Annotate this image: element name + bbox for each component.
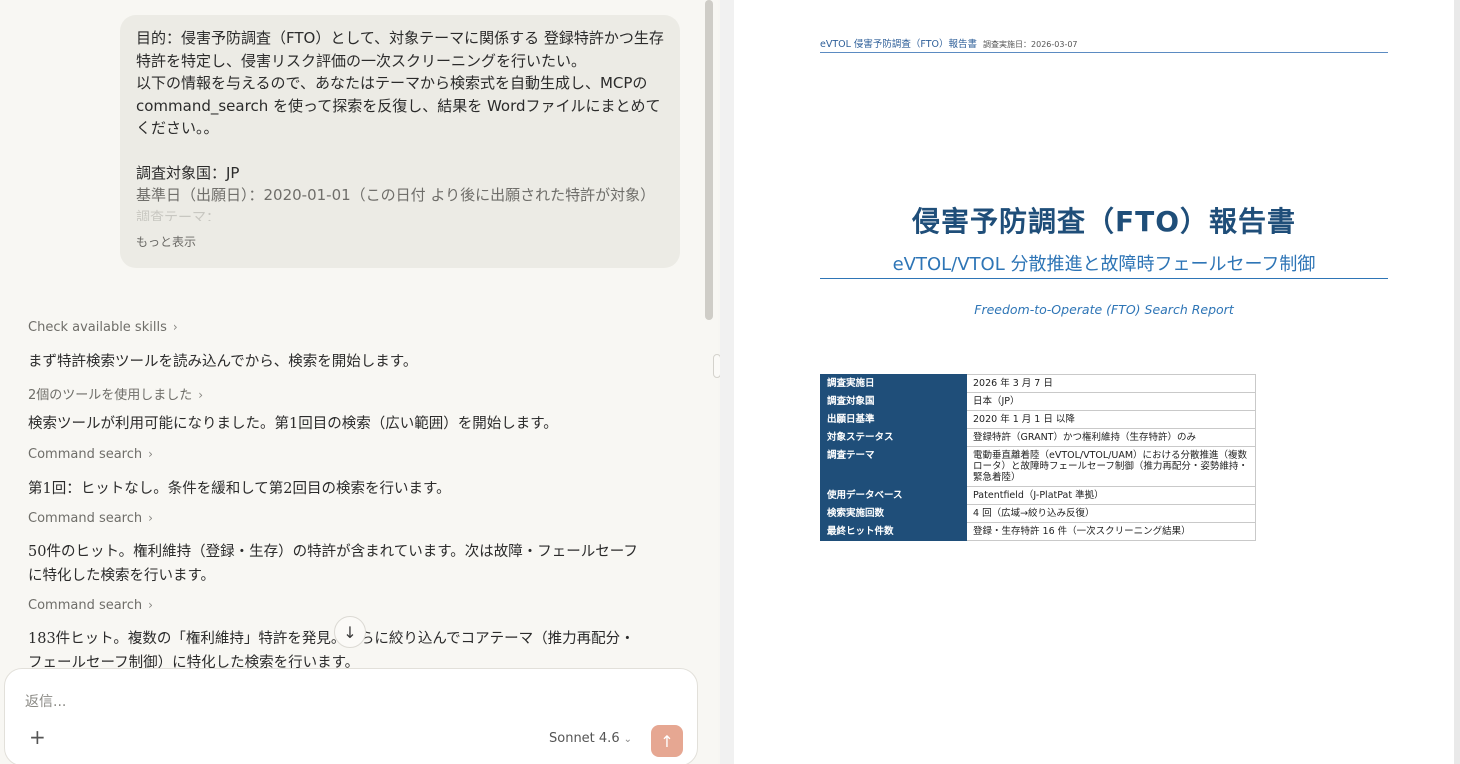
tool-step-label: Command search xyxy=(28,511,143,526)
chevron-right-icon: › xyxy=(198,388,204,402)
tool-step-label: Command search xyxy=(28,447,143,462)
table-row: 検索実施回数 4 回（広域→絞り込み反復） xyxy=(820,504,1256,523)
tool-step-command-search-2[interactable]: Command search › xyxy=(28,511,153,526)
table-key: 調査対象国 xyxy=(820,392,967,411)
model-name: Sonnet 4.6 xyxy=(549,731,620,746)
tool-step-label: Command search xyxy=(28,598,143,613)
reply-input[interactable]: 返信... xyxy=(25,691,66,711)
table-row: 調査対象国 日本（JP） xyxy=(820,392,1256,411)
document-header-title: eVTOL 侵害予防調査（FTO）報告書 xyxy=(820,39,978,50)
table-key: 検索実施回数 xyxy=(820,504,967,523)
document-english-title: Freedom-to-Operate (FTO) Search Report xyxy=(974,302,1234,317)
chevron-right-icon: › xyxy=(148,447,153,461)
plus-icon[interactable]: + xyxy=(29,727,46,747)
document-header-date: 調査実施日：2026-03-07 xyxy=(983,40,1078,49)
table-row: 最終ヒット件数 登録・生存特許 16 件（一次スクリーニング結果） xyxy=(820,522,1256,541)
table-value: 日本（JP） xyxy=(966,392,1256,411)
table-value: 2026 年 3 月 7 日 xyxy=(966,374,1256,393)
table-key: 出願日基準 xyxy=(820,410,967,429)
table-value: 登録・生存特許 16 件（一次スクリーニング結果） xyxy=(966,522,1256,541)
document-subtitle: eVTOL/VTOL 分散推進と故障時フェールセーフ制御 xyxy=(820,250,1388,279)
user-message-theme-truncated: 調査テーマ： xyxy=(136,209,220,221)
model-selector[interactable]: Sonnet 4.6 ⌄ xyxy=(549,731,632,746)
document-summary-table: 調査実施日 2026 年 3 月 7 日 調査対象国 日本（JP） 出願日基準 202… xyxy=(820,374,1256,541)
table-key: 最終ヒット件数 xyxy=(820,522,967,541)
table-value: 登録特許（GRANT）かつ権利維持（生存特許）のみ xyxy=(966,428,1256,447)
user-message-line-1: 目的：侵害予防調査（FTO）として、対象テーマに関係する 登録特許かつ生存特許を… xyxy=(136,29,664,70)
arrow-up-icon: ↑ xyxy=(660,731,674,751)
table-value: Patentfield（J-PlatPat 準拠） xyxy=(966,486,1256,505)
user-message-line-2: 以下の情報を与えるので、あなたはテーマから検索式を自動生成し、MCPの comm… xyxy=(136,74,661,137)
document-page: eVTOL 侵害予防調査（FTO）報告書 調査実施日：2026-03-07 侵害予… xyxy=(734,0,1454,764)
tool-step-command-search-1[interactable]: Command search › xyxy=(28,447,153,462)
table-key: 調査テーマ xyxy=(820,446,967,487)
tool-step-command-search-3[interactable]: Command search › xyxy=(28,598,153,613)
table-row: 調査実施日 2026 年 3 月 7 日 xyxy=(820,374,1256,393)
assistant-message: 検索ツールが利用可能になりました。第1回目の検索（広い範囲）を開始します。 xyxy=(28,416,558,432)
table-row: 出願日基準 2020 年 1 月 1 日 以降 xyxy=(820,410,1256,429)
table-value: 電動垂直離着陸（eVTOL/VTOL/UAM）における分散推進（複数ロータ）と故… xyxy=(966,446,1256,487)
composer: 返信... + Sonnet 4.6 ⌄ ↑ xyxy=(4,668,698,764)
assistant-message: まず特許検索ツールを読み込んでから、検索を開始します。 xyxy=(28,354,418,370)
chevron-right-icon: › xyxy=(148,598,153,612)
tool-step-used-tools[interactable]: 2個のツールを使用しました › xyxy=(28,384,203,403)
user-message-country: 調査対象国：JP xyxy=(136,163,240,182)
send-button[interactable]: ↑ xyxy=(651,725,683,757)
chevron-right-icon: › xyxy=(148,511,153,525)
table-value: 2020 年 1 月 1 日 以降 xyxy=(966,410,1256,429)
chat-panel: 目的：侵害予防調査（FTO）として、対象テーマに関係する 登録特許かつ生存特許を… xyxy=(0,0,718,764)
user-message-bubble: 目的：侵害予防調査（FTO）として、対象テーマに関係する 登録特許かつ生存特許を… xyxy=(120,15,680,268)
table-key: 対象ステータス xyxy=(820,428,967,447)
tool-step-label: Check available skills xyxy=(28,320,167,335)
table-row: 対象ステータス 登録特許（GRANT）かつ権利維持（生存特許）のみ xyxy=(820,428,1256,447)
tool-step-check-skills[interactable]: Check available skills › xyxy=(28,320,178,335)
document-preview-panel: eVTOL 侵害予防調査（FTO）報告書 調査実施日：2026-03-07 侵害予… xyxy=(720,0,1460,764)
table-value: 4 回（広域→絞り込み反復） xyxy=(966,504,1256,523)
arrow-down-icon: ↓ xyxy=(343,622,357,642)
table-key: 調査実施日 xyxy=(820,374,967,393)
table-key: 使用データベース xyxy=(820,486,967,505)
assistant-message: 50件のヒット。権利維持（登録・生存）の特許が含まれています。次は故障・フェール… xyxy=(28,544,638,584)
document-header: eVTOL 侵害予防調査（FTO）報告書 調査実施日：2026-03-07 xyxy=(820,36,1388,53)
scroll-down-button[interactable]: ↓ xyxy=(334,616,366,648)
chat-scrollbar[interactable] xyxy=(705,0,713,320)
tool-step-label: 2個のツールを使用しました xyxy=(28,388,193,403)
document-scroll-gutter xyxy=(1454,0,1460,764)
table-row: 調査テーマ 電動垂直離着陸（eVTOL/VTOL/UAM）における分散推進（複数ロ… xyxy=(820,446,1256,487)
document-title: 侵害予防調査（FTO）報告書 xyxy=(911,205,1297,238)
show-more-link[interactable]: もっと表示 xyxy=(136,233,196,250)
table-row: 使用データベース Patentfield（J-PlatPat 準拠） xyxy=(820,486,1256,505)
chevron-right-icon: › xyxy=(172,320,178,334)
chevron-down-icon: ⌄ xyxy=(623,734,632,745)
user-message-base-date: 基準日（出願日）：2020-01-01（この日付 より後に出願された特許が対象） xyxy=(136,186,656,204)
assistant-message: 第1回：ヒットなし。条件を緩和して第2回目の検索を行います。 xyxy=(28,481,451,497)
